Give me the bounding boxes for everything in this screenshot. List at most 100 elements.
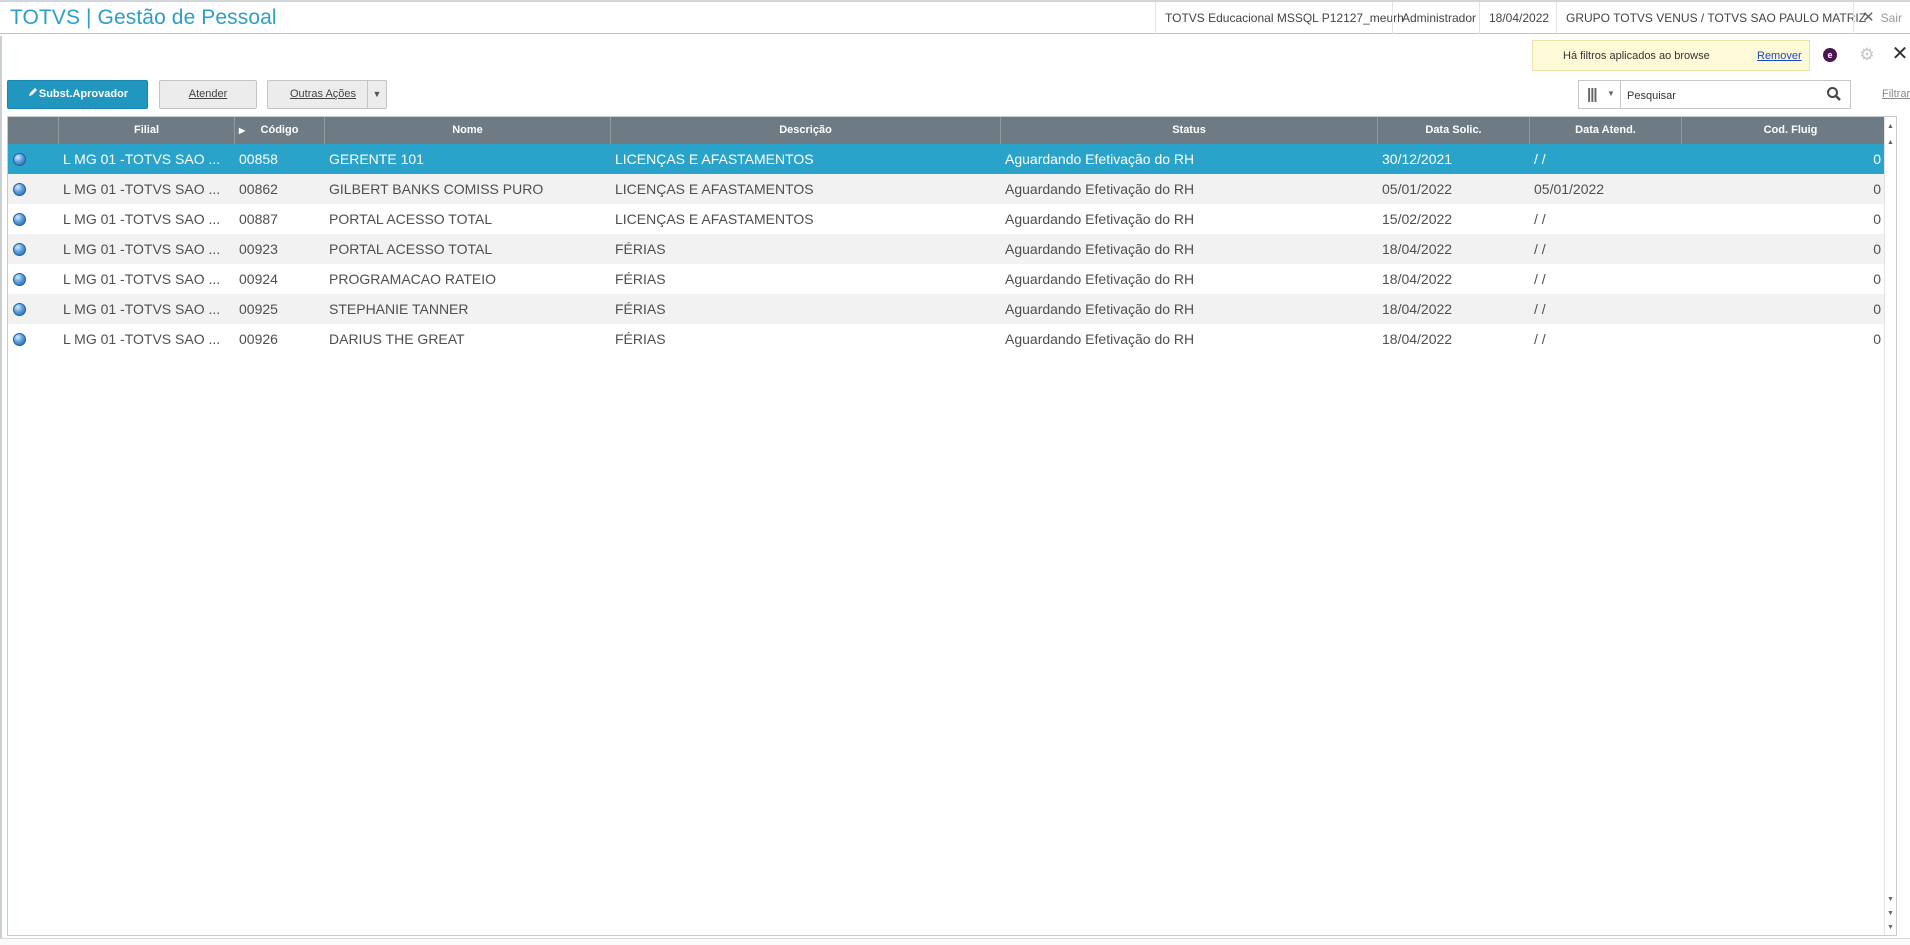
cell-cod-fluig: 0	[1873, 331, 1881, 347]
sort-indicator-icon: ▶	[239, 126, 246, 135]
legend-dot-icon[interactable]	[13, 183, 26, 196]
cell-cod-fluig: 0	[1873, 211, 1881, 227]
legend-dot-icon[interactable]	[13, 273, 26, 286]
column-header-data-solic[interactable]: Data Solic.	[1378, 117, 1530, 144]
column-header-descricao[interactable]: Descrição	[611, 117, 1001, 144]
cell-filial: L MG 01 -TOTVS SAO ...	[63, 331, 221, 347]
scroll-up-icon[interactable]: ▲	[1885, 137, 1896, 148]
column-selector[interactable]: ||| ▼	[1579, 81, 1621, 108]
filter-banner: Há filtros aplicados ao browse Remover	[1532, 40, 1810, 71]
search-box: ||| ▼	[1578, 80, 1851, 109]
scroll-down-icon[interactable]: ▼	[1885, 894, 1896, 905]
chevron-down-icon: ▼	[1607, 89, 1615, 98]
cell-descricao: FÉRIAS	[615, 301, 666, 317]
subst-aprovador-label: Subst.Aprovador	[38, 88, 129, 100]
atender-button[interactable]: Atender	[159, 80, 257, 109]
app-title: TOTVS | Gestão de Pessoal	[10, 6, 277, 29]
cell-nome: PORTAL ACESSO TOTAL	[329, 211, 493, 227]
column-header-codigo-label: Código	[260, 124, 299, 136]
close-icon[interactable]: ✕	[1890, 44, 1910, 64]
vertical-scrollbar[interactable]: ▲ ▲ ▼ ▼ ▼	[1884, 117, 1896, 935]
cell-codigo: 00925	[239, 301, 278, 317]
cell-filial: L MG 01 -TOTVS SAO ...	[63, 151, 221, 167]
cell-data-atend: / /	[1534, 211, 1546, 227]
search-input[interactable]	[1625, 85, 1819, 106]
close-icon: ✕	[1862, 9, 1875, 26]
scroll-top-icon[interactable]: ▲	[1885, 121, 1896, 132]
subst-aprovador-button[interactable]: Subst.Aprovador	[7, 80, 148, 109]
cell-filial: L MG 01 -TOTVS SAO ...	[63, 181, 221, 197]
cell-descricao: LICENÇAS E AFASTAMENTOS	[615, 181, 814, 197]
user-label[interactable]: Administrador	[1392, 2, 1485, 34]
table-row[interactable]: L MG 01 -TOTVS SAO ... 00925 STEPHANIE TAN…	[8, 294, 1896, 324]
legend-dot-icon[interactable]	[13, 213, 26, 226]
columns-icon: |||	[1587, 86, 1598, 103]
legend-dot-icon[interactable]	[13, 303, 26, 316]
cell-nome: PORTAL ACESSO TOTAL	[329, 241, 493, 257]
cell-nome: PROGRAMACAO RATEIO	[329, 271, 496, 287]
cell-data-atend: / /	[1534, 331, 1546, 347]
cell-codigo: 00923	[239, 241, 278, 257]
date-label[interactable]: 18/04/2022	[1479, 2, 1558, 34]
column-header-cod-fluig[interactable]: Cod. Fluig	[1682, 117, 1896, 144]
cell-codigo: 00862	[239, 181, 278, 197]
cell-nome: STEPHANIE TANNER	[329, 301, 469, 317]
cell-nome: GERENTE 101	[329, 151, 424, 167]
help-icon[interactable]: e	[1823, 48, 1837, 62]
more-actions-label: Outras Ações	[290, 88, 357, 100]
cell-descricao: FÉRIAS	[615, 271, 666, 287]
cell-data-atend: / /	[1534, 151, 1546, 167]
table-row[interactable]: L MG 01 -TOTVS SAO ... 00924 PROGRAMACAO R…	[8, 264, 1896, 294]
column-header-status[interactable]: Status	[1001, 117, 1378, 144]
filter-banner-text: Há filtros aplicados ao browse	[1563, 50, 1710, 62]
cell-status: Aguardando Efetivação do RH	[1005, 331, 1195, 347]
company-label[interactable]: GRUPO TOTVS VENUS / TOTVS SAO PAULO MATR…	[1556, 2, 1875, 34]
atender-label: Atender	[188, 88, 228, 100]
cell-data-atend: / /	[1534, 301, 1546, 317]
top-header: TOTVS | Gestão de Pessoal TOTVS Educacio…	[0, 0, 1910, 34]
table-row[interactable]: L MG 01 -TOTVS SAO ... 00858 GERENTE 101 LI…	[8, 144, 1896, 174]
cell-descricao: LICENÇAS E AFASTAMENTOS	[615, 151, 814, 167]
cell-filial: L MG 01 -TOTVS SAO ...	[63, 271, 221, 287]
status-strip	[0, 938, 1910, 945]
search-icon[interactable]	[1826, 86, 1842, 102]
environment-label[interactable]: TOTVS Educacional MSSQL P12127_meurh	[1155, 2, 1413, 34]
chevron-down-icon[interactable]: ▼	[367, 81, 386, 108]
cell-codigo: 00858	[239, 151, 278, 167]
legend-dot-icon[interactable]	[13, 243, 26, 256]
table-row[interactable]: L MG 01 -TOTVS SAO ... 00887 PORTAL ACESSO…	[8, 204, 1896, 234]
scroll-bottom-icon[interactable]: ▼	[1885, 922, 1896, 933]
cell-cod-fluig: 0	[1873, 271, 1881, 287]
grid-header: Filial ▶ Código Nome Descrição Status Da…	[8, 117, 1896, 144]
exit-button[interactable]: ✕ Sair	[1853, 2, 1910, 34]
legend-column-header[interactable]	[8, 117, 59, 144]
legend-dot-icon[interactable]	[13, 333, 26, 346]
cell-status: Aguardando Efetivação do RH	[1005, 301, 1195, 317]
column-header-data-atend[interactable]: Data Atend.	[1530, 117, 1682, 144]
cell-data-solic: 18/04/2022	[1382, 271, 1453, 287]
cell-status: Aguardando Efetivação do RH	[1005, 211, 1195, 227]
data-grid: Filial ▶ Código Nome Descrição Status Da…	[7, 116, 1897, 936]
column-header-filial[interactable]: Filial	[59, 117, 235, 144]
cell-nome: DARIUS THE GREAT	[329, 331, 465, 347]
table-row[interactable]: L MG 01 -TOTVS SAO ... 00926 DARIUS THE GR…	[8, 324, 1896, 354]
column-header-codigo[interactable]: ▶ Código	[235, 117, 325, 144]
table-row[interactable]: L MG 01 -TOTVS SAO ... 00862 GILBERT BANKS…	[8, 174, 1896, 204]
cell-cod-fluig: 0	[1873, 241, 1881, 257]
gear-icon[interactable]: ⚙	[1858, 46, 1876, 64]
cell-descricao: FÉRIAS	[615, 331, 666, 347]
cell-cod-fluig: 0	[1873, 181, 1881, 197]
cell-data-atend: / /	[1534, 271, 1546, 287]
remove-filter-link[interactable]: Remover	[1757, 50, 1802, 62]
more-actions-button[interactable]: Outras Ações ▼	[267, 80, 387, 109]
filter-link[interactable]: Filtrar	[1882, 88, 1910, 100]
pencil-icon	[27, 81, 39, 108]
cell-codigo: 00887	[239, 211, 278, 227]
table-row[interactable]: L MG 01 -TOTVS SAO ... 00923 PORTAL ACESSO…	[8, 234, 1896, 264]
cell-status: Aguardando Efetivação do RH	[1005, 181, 1195, 197]
legend-dot-icon[interactable]	[13, 153, 26, 166]
cell-status: Aguardando Efetivação do RH	[1005, 241, 1195, 257]
scroll-page-down-icon[interactable]: ▼	[1885, 908, 1896, 919]
column-header-nome[interactable]: Nome	[325, 117, 611, 144]
cell-data-solic: 18/04/2022	[1382, 331, 1453, 347]
